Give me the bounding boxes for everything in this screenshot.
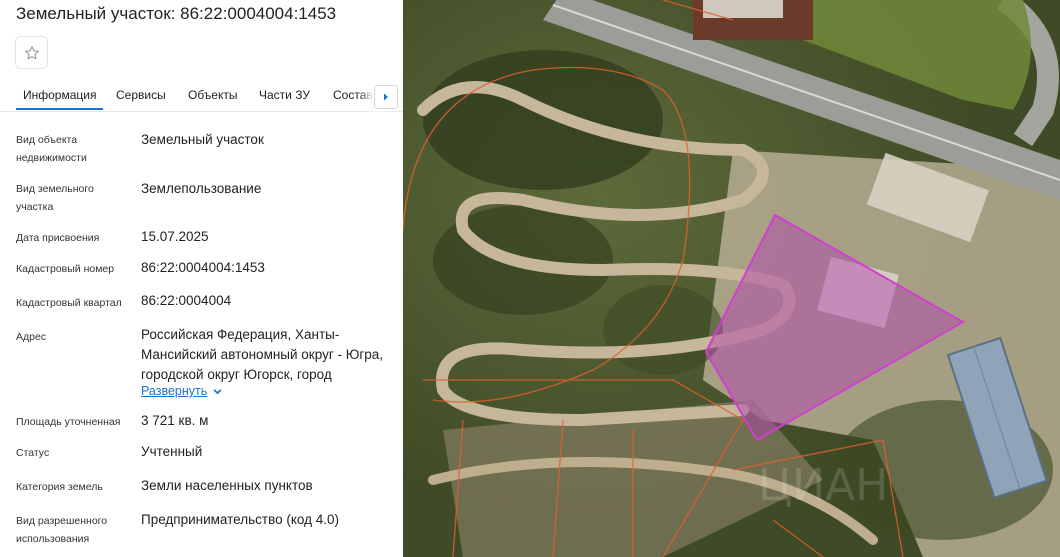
tab-composition[interactable]: Состав	[333, 88, 373, 102]
cadastral-number-label: Кадастровый номер	[16, 263, 115, 275]
expand-label: Развернуть	[141, 384, 208, 398]
area-value: 3 721 кв. м	[141, 413, 209, 428]
page-title: Земельный участок: 86:22:0004004:1453	[16, 4, 337, 23]
tab-services[interactable]: Сервисы	[116, 88, 166, 102]
object-type-label: Вид объекта недвижимости	[16, 134, 87, 164]
map-watermark: ЦИАН	[758, 460, 888, 511]
expand-address-link[interactable]: Развернуть	[141, 384, 223, 398]
forest-patch	[603, 285, 723, 375]
status-label: Статус	[16, 447, 50, 459]
tabs-next-button[interactable]	[372, 84, 399, 110]
object-type-value: Земельный участок	[141, 132, 264, 147]
category-label: Категория земель	[16, 481, 103, 493]
permitted-use-value: Предпринимательство (код 4.0)	[141, 512, 340, 527]
permitted-use-label: Вид разрешенного использования	[16, 515, 108, 545]
chevron-right-icon	[383, 93, 388, 101]
land-type-value: Землепользование	[141, 181, 262, 196]
address-label: Адрес	[16, 331, 47, 343]
address-value: Российская Федерация, Ханты-Мансийский а…	[141, 327, 384, 382]
assign-date-value: 15.07.2025	[141, 229, 209, 244]
cadastral-block-label: Кадастровый квартал	[16, 297, 122, 309]
info-panel: Земельный участок: 86:22:0004004:1453 Ин…	[0, 0, 403, 557]
status-value: Учтенный	[141, 444, 203, 459]
tab-parts[interactable]: Части ЗУ	[259, 88, 310, 102]
area-label: Площадь уточненная	[16, 416, 121, 428]
forest-patch	[423, 50, 663, 190]
tab-objects[interactable]: Объекты	[188, 88, 238, 102]
tab-bar: Информация Сервисы Объекты Части ЗУ Сост…	[0, 82, 403, 112]
favorite-button[interactable]	[15, 36, 48, 69]
star-icon	[24, 45, 39, 59]
chevron-down-icon	[213, 388, 222, 394]
land-type-label: Вид земельного участка	[16, 183, 94, 213]
satellite-map: ЦИАН	[403, 0, 1060, 557]
map-view[interactable]: ЦИАН	[403, 0, 1060, 557]
cadastral-number-value: 86:22:0004004:1453	[141, 260, 265, 275]
tab-information[interactable]: Информация	[16, 88, 104, 110]
assign-date-label: Дата присвоения	[16, 232, 100, 244]
cadastral-block-value: 86:22:0004004	[141, 293, 232, 308]
category-value: Земли населенных пунктов	[141, 478, 313, 493]
